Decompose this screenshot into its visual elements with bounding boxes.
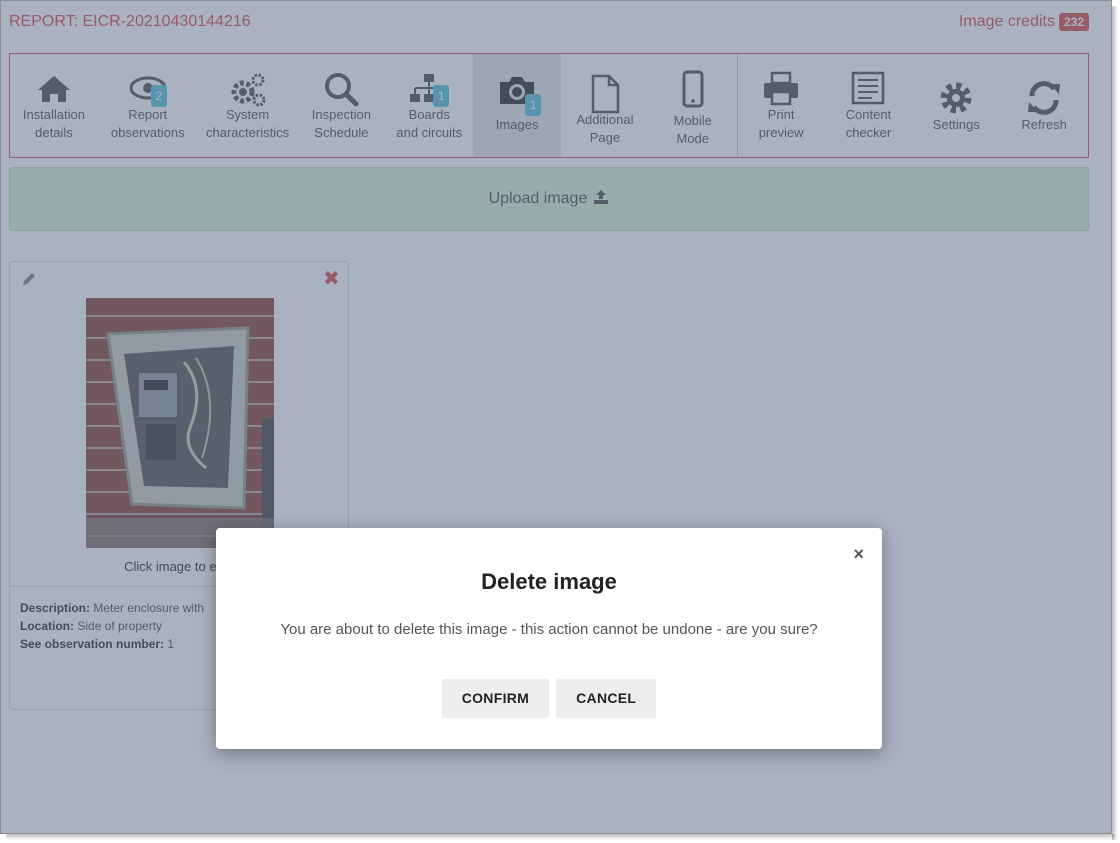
dialog-title: Delete image bbox=[481, 569, 617, 594]
dialog-message: You are about to delete this image - thi… bbox=[280, 621, 818, 638]
window-shadow bbox=[1112, 6, 1118, 840]
app-window: REPORT: EICR-20210430144216 Image credit… bbox=[0, 0, 1112, 834]
dialog-buttons: CONFIRM CANCEL bbox=[216, 679, 882, 718]
confirm-button[interactable]: CONFIRM bbox=[441, 679, 550, 718]
close-icon[interactable]: × bbox=[853, 544, 864, 565]
window-shadow bbox=[6, 834, 1114, 840]
cancel-button[interactable]: CANCEL bbox=[556, 679, 657, 718]
delete-image-dialog: × Delete image You are about to delete t… bbox=[216, 528, 882, 749]
